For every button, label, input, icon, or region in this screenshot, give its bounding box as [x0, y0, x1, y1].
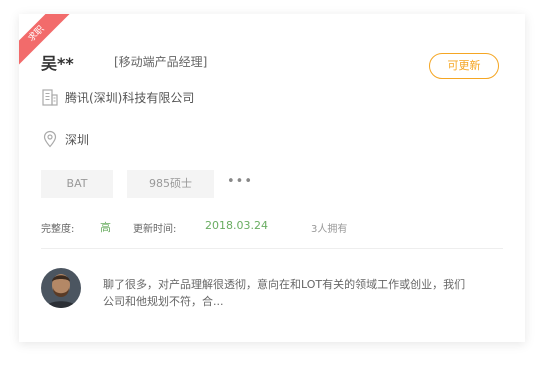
tag-degree: 985硕士 — [127, 170, 214, 198]
candidate-note: 聊了很多，对产品理解很透彻，意向在和LOT有关的领域工作或创业，我们公司和他规划… — [103, 278, 466, 308]
candidate-card[interactable]: 求职 吴** [移动端产品经理] 可更新 腾讯(深圳)科技有限公司 深圳 BAT… — [19, 14, 525, 342]
building-icon — [42, 89, 58, 106]
updated-value: 2018.03.24 — [205, 219, 268, 232]
location-pin-icon — [43, 130, 57, 148]
more-tags-button[interactable]: ••• — [227, 174, 253, 189]
avatar[interactable] — [41, 268, 81, 308]
owners-count: 3人拥有 — [311, 224, 348, 235]
city-name: 深圳 — [65, 132, 90, 147]
company-row: 腾讯(深圳)科技有限公司 — [41, 88, 194, 106]
update-button[interactable]: 可更新 — [429, 53, 499, 79]
updated-label: 更新时间: — [133, 224, 177, 235]
completeness-label: 完整度: — [41, 224, 75, 235]
candidate-name: 吴** — [41, 54, 74, 73]
city-row: 深圳 — [41, 130, 89, 148]
person-avatar — [41, 268, 81, 308]
completeness-value: 高 — [100, 221, 111, 234]
candidate-position: [移动端产品经理] — [114, 55, 208, 69]
tag-bat: BAT — [41, 170, 113, 198]
divider — [41, 248, 503, 249]
company-name: 腾讯(深圳)科技有限公司 — [65, 90, 195, 105]
